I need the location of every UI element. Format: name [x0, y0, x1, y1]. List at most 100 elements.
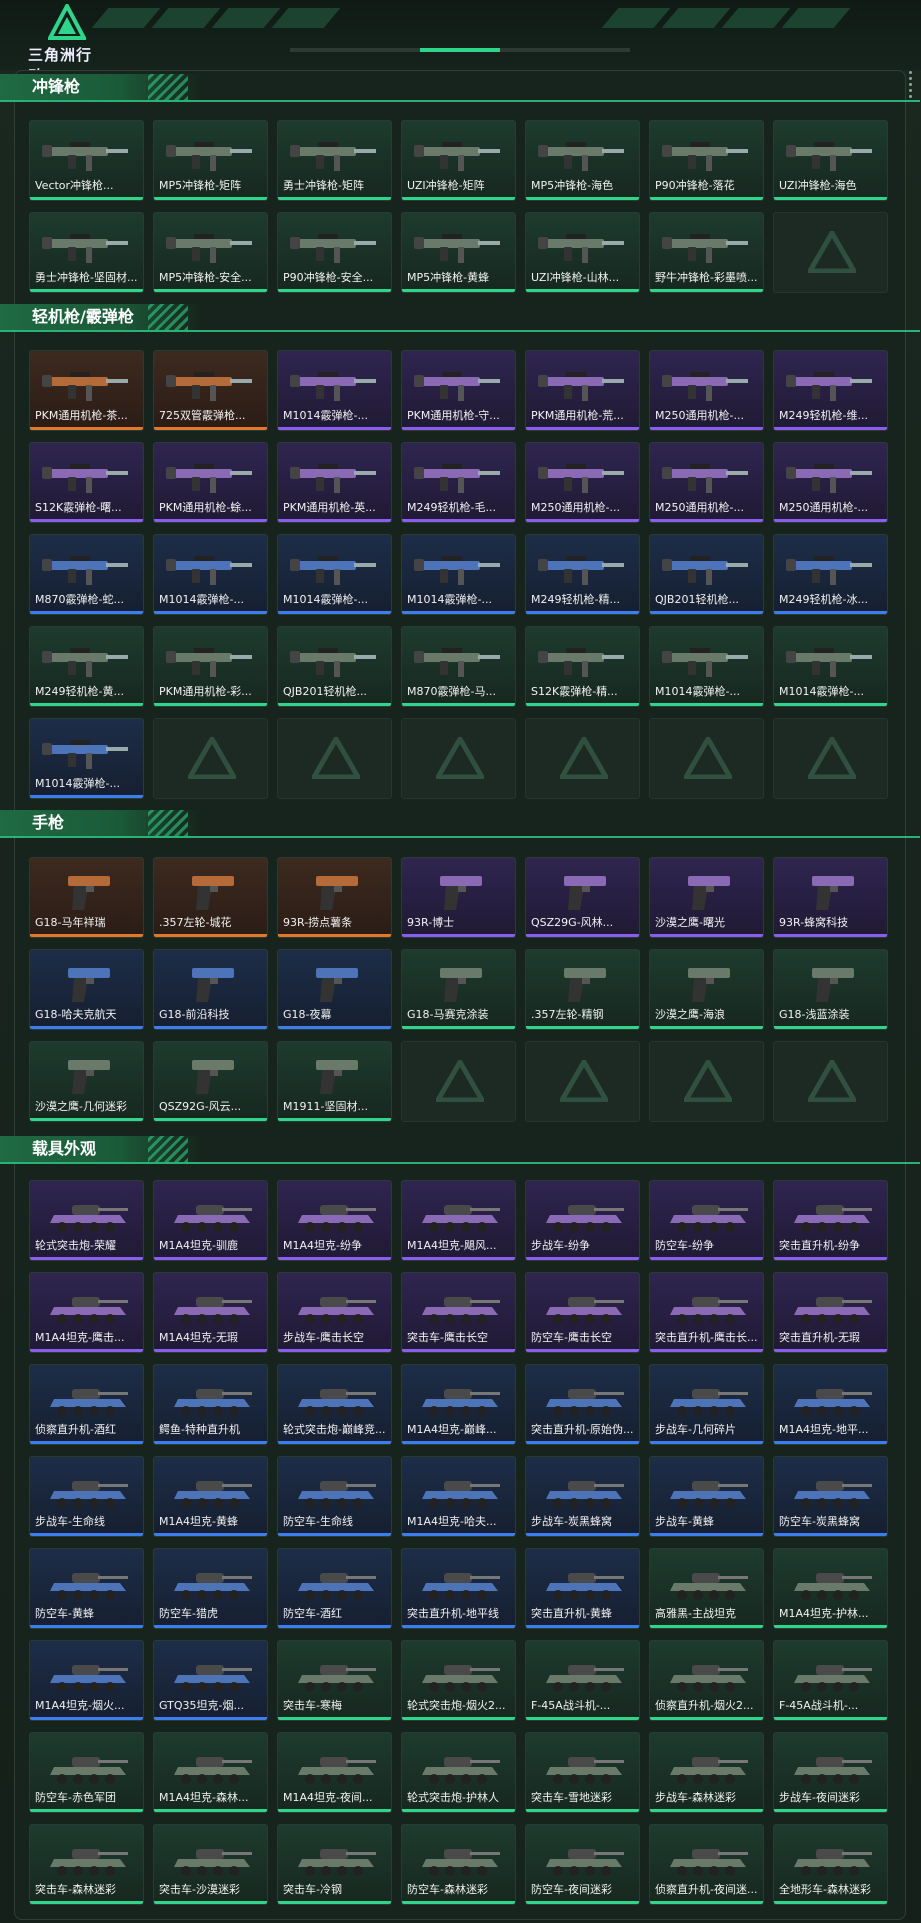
item-card[interactable]: MP5冲锋枪-黄蜂 [401, 212, 516, 293]
item-card[interactable]: 沙漠之鹰-几何迷彩 [29, 1041, 144, 1122]
item-card[interactable]: QJB201轻机枪... [649, 534, 764, 615]
item-card[interactable]: M250通用机枪-... [649, 442, 764, 523]
item-card[interactable]: 突击车-冷钢 [277, 1824, 392, 1905]
item-card[interactable]: 沙漠之鹰-海浪 [649, 949, 764, 1030]
item-card[interactable]: M249轻机枪-维... [773, 350, 888, 431]
item-card[interactable]: M250通用机枪-... [525, 442, 640, 523]
item-card[interactable]: UZI冲锋枪-山林... [525, 212, 640, 293]
item-card[interactable]: M249轻机枪-精... [525, 534, 640, 615]
item-card[interactable]: M249轻机枪-毛... [401, 442, 516, 523]
item-card[interactable]: M1A4坦克-飓风... [401, 1180, 516, 1261]
item-card[interactable]: M1014霰弹枪-... [773, 626, 888, 707]
item-card[interactable]: 防空车-猎虎 [153, 1548, 268, 1629]
item-card[interactable]: 步战车-夜间迷彩 [773, 1732, 888, 1813]
item-card[interactable]: M249轻机枪-冰... [773, 534, 888, 615]
item-card[interactable]: 轮式突击炮-烟火2... [401, 1640, 516, 1721]
item-card[interactable]: 轮式突击炮-护林人 [401, 1732, 516, 1813]
item-card[interactable]: 突击直升机-原始伪... [525, 1364, 640, 1445]
item-card[interactable]: MP5冲锋枪-安全... [153, 212, 268, 293]
item-card[interactable]: 突击直升机-无瑕 [773, 1272, 888, 1353]
item-card[interactable]: 野牛冲锋枪-彩墨喷... [649, 212, 764, 293]
item-card[interactable]: M1014霰弹枪-... [277, 350, 392, 431]
item-card[interactable]: M250通用机枪-... [649, 350, 764, 431]
item-card[interactable]: 勇士冲锋枪-坚固材... [29, 212, 144, 293]
item-card[interactable]: 突击车-森林迷彩 [29, 1824, 144, 1905]
item-card[interactable]: 突击直升机-地平线 [401, 1548, 516, 1629]
item-card[interactable]: 防空车-炭黑蜂窝 [773, 1456, 888, 1537]
item-card[interactable]: PKM通用机枪-守... [401, 350, 516, 431]
item-card[interactable]: PKM通用机枪-英... [277, 442, 392, 523]
item-card[interactable]: 防空车-黄蜂 [29, 1548, 144, 1629]
item-card[interactable]: QSZ92G-风云... [153, 1041, 268, 1122]
item-card[interactable]: QJB201轻机枪... [277, 626, 392, 707]
scrollbar-handle[interactable] [909, 68, 913, 108]
item-card[interactable]: 防空车-鹰击长空 [525, 1272, 640, 1353]
item-card[interactable]: G18-前沿科技 [153, 949, 268, 1030]
item-card[interactable]: UZI冲锋枪-矩阵 [401, 120, 516, 201]
item-card[interactable]: M1014霰弹枪-... [649, 626, 764, 707]
item-card[interactable]: 突击车-鹰击长空 [401, 1272, 516, 1353]
item-card[interactable]: 轮式突击炮-荣耀 [29, 1180, 144, 1261]
item-card[interactable]: PKM通用机枪-荒... [525, 350, 640, 431]
item-card[interactable]: 防空车-纷争 [649, 1180, 764, 1261]
item-card[interactable]: G18-马年祥瑞 [29, 857, 144, 938]
item-card[interactable]: MP5冲锋枪-矩阵 [153, 120, 268, 201]
item-card[interactable]: G18-哈夫克航天 [29, 949, 144, 1030]
item-card[interactable]: M1A4坦克-无瑕 [153, 1272, 268, 1353]
item-card[interactable]: 突击直升机-纷争 [773, 1180, 888, 1261]
item-card[interactable]: 步战车-纷争 [525, 1180, 640, 1261]
item-card[interactable]: 步战车-几何碎片 [649, 1364, 764, 1445]
item-card[interactable]: M1A4坦克-黄蜂 [153, 1456, 268, 1537]
item-card[interactable]: M1A4坦克-哈夫... [401, 1456, 516, 1537]
item-card[interactable]: M1A4坦克-护林... [773, 1548, 888, 1629]
item-card[interactable]: S12K霰弹枪-精... [525, 626, 640, 707]
item-card[interactable]: 防空车-夜间迷彩 [525, 1824, 640, 1905]
item-card[interactable]: M1A4坦克-地平... [773, 1364, 888, 1445]
item-card[interactable]: 突击车-寒梅 [277, 1640, 392, 1721]
item-card[interactable]: 突击车-沙漠迷彩 [153, 1824, 268, 1905]
item-card[interactable]: G18-夜幕 [277, 949, 392, 1030]
item-card[interactable]: 93R-捞点薯条 [277, 857, 392, 938]
item-card[interactable]: 沙漠之鹰-曙光 [649, 857, 764, 938]
item-card[interactable]: Vector冲锋枪... [29, 120, 144, 201]
item-card[interactable]: M1A4坦克-驯鹿 [153, 1180, 268, 1261]
item-card[interactable]: 勇士冲锋枪-矩阵 [277, 120, 392, 201]
item-card[interactable]: M250通用机枪-... [773, 442, 888, 523]
item-card[interactable]: M1014霰弹枪-... [153, 534, 268, 615]
item-card[interactable]: S12K霰弹枪-曙... [29, 442, 144, 523]
item-card[interactable]: MP5冲锋枪-海色 [525, 120, 640, 201]
item-card[interactable]: P90冲锋枪-安全... [277, 212, 392, 293]
item-card[interactable]: M249轻机枪-黄... [29, 626, 144, 707]
item-card[interactable]: M870霰弹枪-马... [401, 626, 516, 707]
item-card[interactable]: M870霰弹枪-蛇... [29, 534, 144, 615]
item-card[interactable]: F-45A战斗机-... [525, 1640, 640, 1721]
item-card[interactable]: 突击直升机-黄蜂 [525, 1548, 640, 1629]
item-card[interactable]: G18-浅蓝涂装 [773, 949, 888, 1030]
item-card[interactable]: 侦察直升机-酒红 [29, 1364, 144, 1445]
item-card[interactable]: M1A4坦克-烟火... [29, 1640, 144, 1721]
item-card[interactable]: PKM通用机枪-蜍... [153, 442, 268, 523]
item-card[interactable]: 鳄鱼-特种直升机 [153, 1364, 268, 1445]
item-card[interactable]: G18-马赛克涂装 [401, 949, 516, 1030]
item-card[interactable]: 突击车-雪地迷彩 [525, 1732, 640, 1813]
item-card[interactable]: 步战车-炭黑蜂窝 [525, 1456, 640, 1537]
item-card[interactable]: 步战车-黄蜂 [649, 1456, 764, 1537]
item-card[interactable]: M1014霰弹枪-... [29, 718, 144, 799]
item-card[interactable]: P90冲锋枪-落花 [649, 120, 764, 201]
item-card[interactable]: 防空车-酒红 [277, 1548, 392, 1629]
item-card[interactable]: .357左轮-城花 [153, 857, 268, 938]
item-card[interactable]: F-45A战斗机-... [773, 1640, 888, 1721]
item-card[interactable]: M1911-坚固材... [277, 1041, 392, 1122]
item-card[interactable]: M1A4坦克-夜间... [277, 1732, 392, 1813]
item-card[interactable]: .357左轮-精钢 [525, 949, 640, 1030]
item-card[interactable]: 步战车-森林迷彩 [649, 1732, 764, 1813]
item-card[interactable]: M1A4坦克-鹰击... [29, 1272, 144, 1353]
item-card[interactable]: 突击直升机-鹰击长... [649, 1272, 764, 1353]
item-card[interactable]: M1A4坦克-森林... [153, 1732, 268, 1813]
item-card[interactable]: QSZ29G-风林... [525, 857, 640, 938]
item-card[interactable]: 步战车-鹰击长空 [277, 1272, 392, 1353]
item-card[interactable]: 防空车-森林迷彩 [401, 1824, 516, 1905]
item-card[interactable]: 93R-博士 [401, 857, 516, 938]
item-card[interactable]: M1A4坦克-纷争 [277, 1180, 392, 1261]
item-card[interactable]: 全地形车-森林迷彩 [773, 1824, 888, 1905]
